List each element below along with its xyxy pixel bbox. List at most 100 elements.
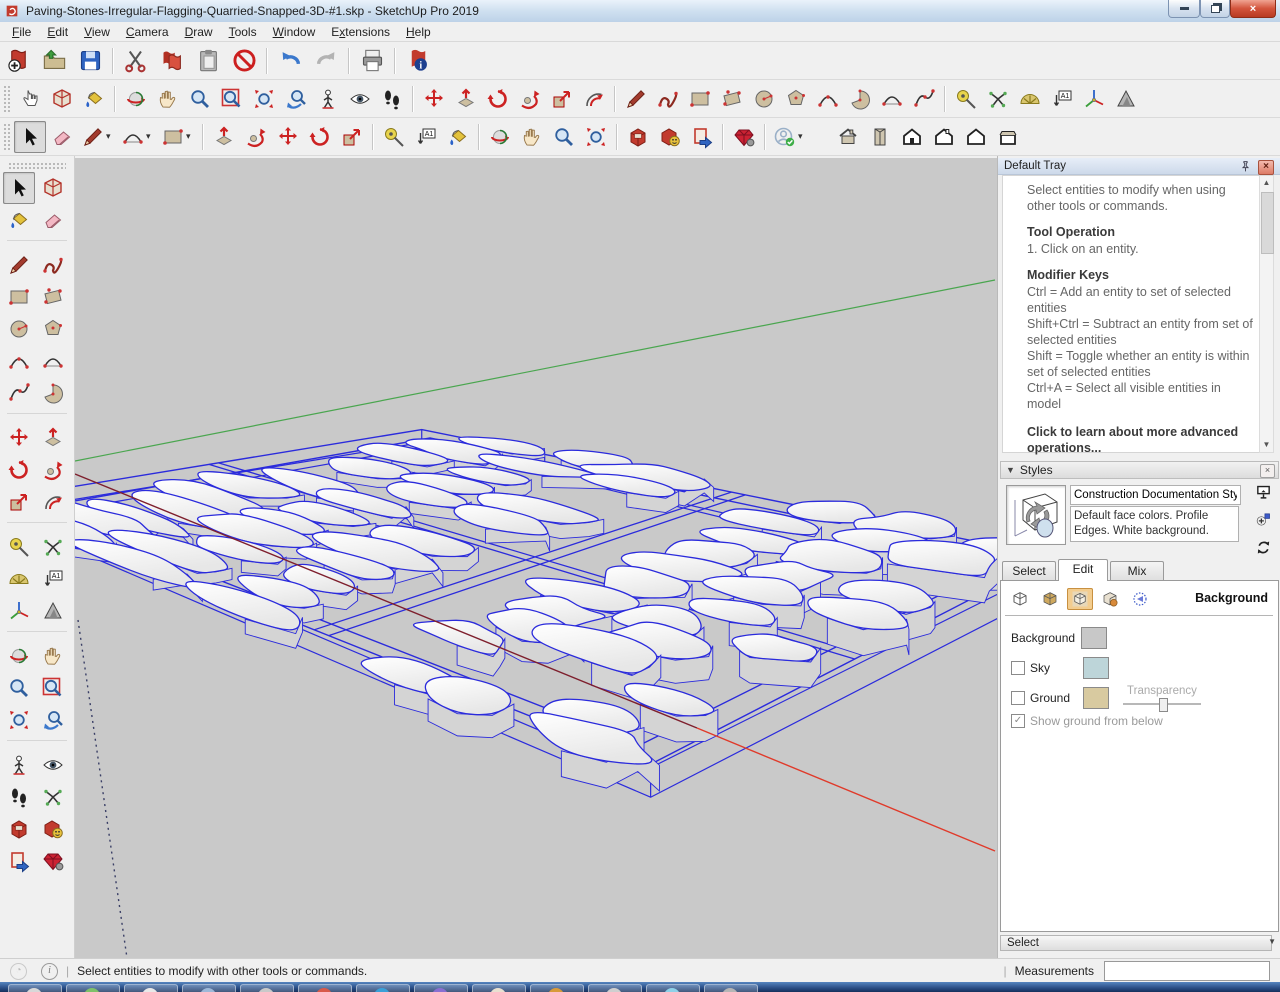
show-ground-checkbox[interactable]: ✓ [1011, 714, 1025, 728]
scale-tool-button[interactable] [3, 486, 35, 518]
freehand-tool-button[interactable] [37, 249, 69, 281]
offset-tool-button[interactable] [37, 486, 69, 518]
zoom-window-button[interactable] [37, 672, 69, 704]
styles-close-button[interactable]: × [1260, 464, 1275, 478]
3d-warehouse-button[interactable] [622, 121, 654, 153]
toolbar-grip[interactable] [3, 122, 11, 151]
face-settings-button[interactable] [1037, 588, 1063, 610]
tab-edit[interactable]: Edit [1058, 559, 1108, 581]
eraser-tool-button[interactable] [37, 204, 69, 236]
sky-color-swatch[interactable] [1083, 657, 1109, 679]
dropdown-arrow-icon[interactable]: ▾ [798, 131, 807, 142]
cut-button[interactable] [118, 44, 154, 78]
two-point-arc-button[interactable] [37, 345, 69, 377]
scale-tool-button[interactable] [546, 83, 578, 115]
undo-button[interactable] [272, 44, 308, 78]
orbit-tool-button[interactable] [120, 83, 152, 115]
rotated-rectangle-button[interactable] [716, 83, 748, 115]
update-style-button[interactable] [1255, 539, 1272, 561]
tab-select[interactable]: Select [1002, 561, 1056, 581]
collapse-triangle-icon[interactable]: ▼ [1006, 465, 1015, 475]
taskbar-app[interactable] [588, 984, 642, 992]
rectangle-tool-button[interactable] [684, 83, 716, 115]
line-tool-button[interactable] [3, 249, 35, 281]
geolocation-icon[interactable]: ◔ [10, 962, 27, 980]
line-tool-button[interactable] [620, 83, 652, 115]
menu-view[interactable]: View [76, 23, 118, 41]
3d-text-button[interactable] [37, 595, 69, 627]
eraser-tool-button[interactable] [46, 121, 78, 153]
menu-file[interactable]: File [4, 23, 39, 41]
polygon-tool-button[interactable] [37, 313, 69, 345]
pan-tool-button[interactable] [152, 83, 184, 115]
delete-button[interactable] [226, 44, 262, 78]
view-top-button[interactable] [864, 121, 896, 153]
modeling-settings-button[interactable] [1127, 588, 1153, 610]
pie-tool-button[interactable] [844, 83, 876, 115]
measurements-input[interactable] [1104, 961, 1270, 981]
menu-tools[interactable]: Tools [221, 23, 265, 41]
scrollbar-thumb[interactable] [1261, 192, 1274, 254]
section-plane-button[interactable] [1110, 83, 1142, 115]
zoom-extents-button[interactable] [580, 121, 612, 153]
taskbar-app[interactable] [414, 984, 468, 992]
make-component-button[interactable] [46, 83, 78, 115]
share-component-button[interactable] [686, 121, 718, 153]
taskbar-app[interactable] [8, 984, 62, 992]
orbit-tool-button[interactable] [3, 640, 35, 672]
view-left-button[interactable] [992, 121, 1024, 153]
create-new-style-button[interactable] [1255, 511, 1272, 533]
taskbar-app[interactable] [530, 984, 584, 992]
walk-tool-button[interactable] [376, 83, 408, 115]
taskbar-app[interactable] [66, 984, 120, 992]
pie-tool-button[interactable] [37, 377, 69, 409]
redo-button[interactable] [308, 44, 344, 78]
style-name-input[interactable] [1070, 485, 1241, 505]
scroll-down-icon[interactable]: ▼ [1260, 438, 1273, 452]
dimension-tool-button[interactable] [982, 83, 1014, 115]
toolbar-grip[interactable] [8, 162, 66, 170]
zoom-window-button[interactable] [216, 83, 248, 115]
style-thumbnail[interactable] [1006, 485, 1066, 545]
edge-settings-button[interactable] [1007, 588, 1033, 610]
tape-measure-button[interactable] [950, 83, 982, 115]
position-camera-button[interactable] [312, 83, 344, 115]
dropdown-arrow-icon[interactable]: ▾ [186, 131, 195, 142]
dropdown-arrow-icon[interactable]: ▾ [146, 131, 155, 142]
menu-window[interactable]: Window [265, 23, 324, 41]
text-tool-button[interactable]: A1 [410, 121, 442, 153]
two-point-arc-button[interactable] [876, 83, 908, 115]
pan-tool-button[interactable] [516, 121, 548, 153]
scale-tool-button[interactable] [336, 121, 368, 153]
menu-camera[interactable]: Camera [118, 23, 177, 41]
view-back-button[interactable] [960, 121, 992, 153]
move-tool-button[interactable] [3, 422, 35, 454]
credits-info-icon[interactable]: i [41, 962, 58, 980]
save-button[interactable] [72, 44, 108, 78]
background-color-swatch[interactable] [1081, 627, 1107, 649]
open-button[interactable] [36, 44, 72, 78]
zoom-tool-button[interactable] [3, 672, 35, 704]
scroll-up-icon[interactable]: ▲ [1260, 176, 1273, 190]
circle-tool-button[interactable] [3, 313, 35, 345]
share-component-button[interactable] [3, 845, 35, 877]
follow-me-button[interactable] [240, 121, 272, 153]
zoom-tool-button[interactable] [548, 121, 580, 153]
paint-bucket-button[interactable] [442, 121, 474, 153]
paste-button[interactable] [190, 44, 226, 78]
push-pull-button[interactable] [208, 121, 240, 153]
paint-bucket-button[interactable] [3, 204, 35, 236]
polygon-tool-button[interactable] [780, 83, 812, 115]
print-button[interactable] [354, 44, 390, 78]
share-model-button[interactable] [37, 813, 69, 845]
dropdown-arrow-icon[interactable]: ▾ [106, 131, 115, 142]
look-around-button[interactable] [37, 749, 69, 781]
paint-bucket-button[interactable] [78, 83, 110, 115]
3d-warehouse-button[interactable] [3, 813, 35, 845]
restore-button[interactable] [1200, 0, 1230, 18]
line-tool-button[interactable]: ▾ [78, 121, 118, 153]
advanced-operations-link[interactable]: Click to learn about more advanced opera… [1027, 424, 1257, 456]
follow-me-button[interactable] [37, 454, 69, 486]
tray-title-bar[interactable]: Default Tray × [998, 158, 1280, 175]
zoom-extents-button[interactable] [248, 83, 280, 115]
